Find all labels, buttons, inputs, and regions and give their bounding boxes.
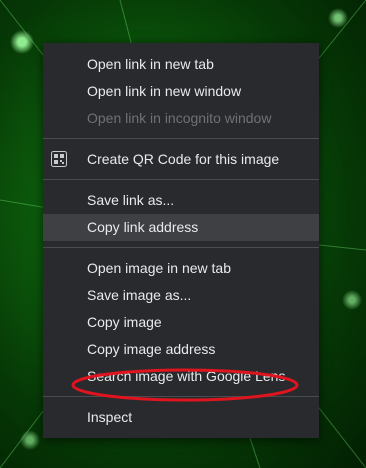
menu-item-open-link-incognito: Open link in incognito window	[87, 110, 272, 126]
menu-item-save-image-as[interactable]: Save image as...	[43, 282, 319, 309]
menu-item-copy-image-address[interactable]: Copy image address	[43, 336, 319, 363]
menu-item-open-link-new-tab[interactable]: Open link in new tab	[43, 51, 319, 78]
menu-item-create-qr-code[interactable]: Create QR Code for this image	[43, 146, 319, 173]
menu-separator	[43, 396, 319, 397]
menu-item-open-link-new-window[interactable]: Open link in new window	[43, 78, 319, 105]
context-menu: Open link in new tab Open link in new wi…	[43, 43, 319, 438]
menu-separator	[43, 247, 319, 248]
menu-item-copy-image[interactable]: Copy image	[43, 309, 319, 336]
qr-code-icon	[51, 151, 67, 167]
menu-separator	[43, 138, 319, 139]
menu-item-save-link-as[interactable]: Save link as...	[43, 187, 319, 214]
menu-item-search-google-lens[interactable]: Search image with Google Lens	[43, 363, 319, 390]
menu-item-copy-link-address[interactable]: Copy link address	[43, 214, 319, 241]
menu-item-inspect[interactable]: Inspect	[43, 404, 319, 431]
menu-item-open-image-new-tab[interactable]: Open image in new tab	[43, 255, 319, 282]
menu-separator	[43, 179, 319, 180]
menu-item-label: Create QR Code for this image	[87, 151, 280, 167]
